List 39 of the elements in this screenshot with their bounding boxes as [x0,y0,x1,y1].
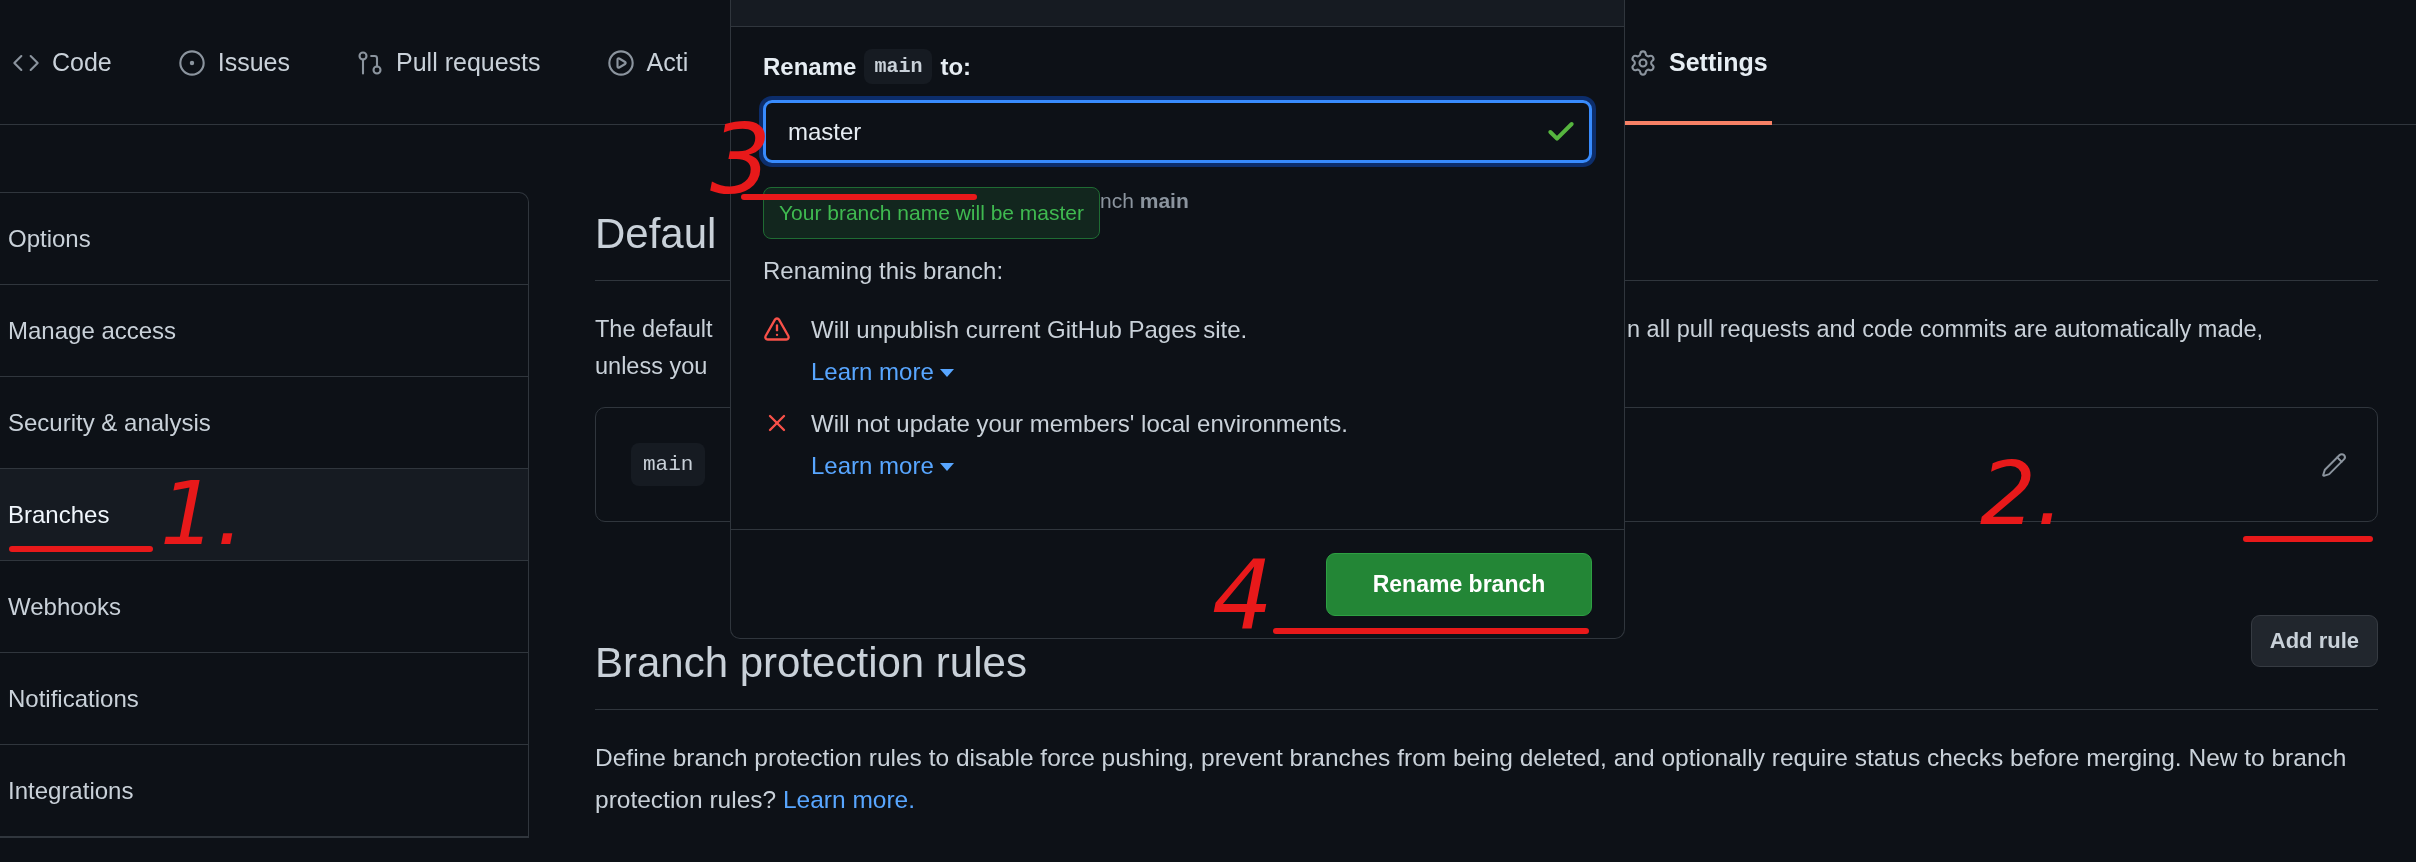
annotation-number: 4 [1212,548,1274,644]
edit-icon[interactable] [2321,451,2347,478]
nav-tab[interactable]: Acti [602,0,693,125]
sidebar-item[interactable]: Manage access [0,285,528,377]
validation-tooltip: Your branch name will be master [763,187,1101,239]
description-text: unless you [595,352,708,381]
settings-icon [1629,48,1657,77]
annotation-number: 2. [1980,450,2064,538]
nav-tab[interactable]: Pull requests [352,0,545,125]
hint-text: nch main [1100,189,1189,213]
consequences-title: Renaming this branch: [763,257,1005,285]
field-label: to: [940,52,972,81]
nav-tab[interactable]: Code [8,0,116,125]
consequence-text: Will not update your members' local environments. [811,409,1349,439]
description-text: Define branch protection rules to disable force pushing, prevent branches from being deleted, and optionally require status checks before merging. New to branch protection rules? Learn more. [595,743,2348,815]
description-text: n all pull requests and code commits are automatically made, [1627,315,2265,344]
learn-more-link[interactable]: Learn more [811,358,934,385]
learn-more-link[interactable]: Learn more [811,452,934,479]
description-text: The default [595,315,713,344]
section-heading: Defaul [595,209,717,259]
consequence-text: Will unpublish current GitHub Pages site. [811,315,1249,345]
branch-name: main [631,443,706,486]
add-rule-button[interactable]: Add rule [2250,615,2378,667]
field-label: Rename [763,52,857,81]
issue-icon [177,48,206,77]
section-heading: Branch protection rules [595,638,1027,688]
sidebar-item[interactable]: Options [0,193,528,285]
rename-branch-button[interactable]: Rename branch [1326,552,1592,616]
warning-icon [763,315,791,343]
branch-name: main [864,49,933,84]
sidebar-item[interactable]: Notifications [0,653,528,745]
caret-icon [939,463,954,473]
annotation-number: 1. [160,470,244,558]
nav-tab[interactable]: Issues [173,0,295,125]
sidebar-item[interactable]: Webhooks [0,561,528,653]
learn-more-link[interactable]: Learn more. [782,786,916,813]
caret-icon [939,369,954,379]
play-icon [606,48,635,77]
sidebar-item[interactable]: Integrations [0,745,528,837]
